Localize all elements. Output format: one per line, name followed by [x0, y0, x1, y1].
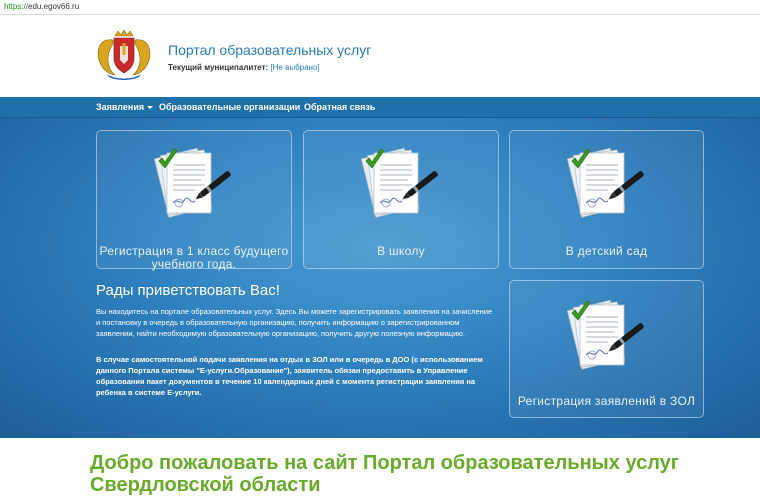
nav-applications-dropdown[interactable]: Заявления — [96, 102, 154, 112]
tile-kindergarten-label: В детский сад — [565, 244, 648, 258]
welcome-text: Вы находитесь на портале образовательных… — [96, 307, 493, 338]
tile-kindergarten[interactable]: В детский сад — [509, 130, 704, 269]
municipality-info: Текущий муниципалитет: [Не выбрано] — [168, 63, 320, 72]
documents-pen-icon — [153, 147, 233, 218]
documents-pen-icon — [566, 299, 646, 370]
url-host: edu.egov66.ru — [28, 2, 80, 11]
tile-first-grade-registration[interactable]: Регистрация в 1 класс будущего учебного … — [96, 130, 292, 271]
municipality-label: Текущий муниципалитет: — [168, 63, 269, 72]
browser-url-bar[interactable]: https://edu.egov66.ru — [0, 0, 760, 15]
greeting-heading: Добро пожаловать на сайт Портал образова… — [90, 452, 680, 496]
welcome-note: В случае самостоятельной подачи заявлени… — [96, 355, 483, 397]
tile-school-label: В школу — [377, 244, 425, 258]
coat-of-arms-logo[interactable] — [93, 30, 155, 80]
url-text[interactable]: https://edu.egov66.ru — [4, 2, 79, 11]
tile-camp-registration[interactable]: Регистрация заявлений в ЗОЛ — [509, 280, 704, 418]
site-title[interactable]: Портал образовательных услуг — [168, 42, 371, 58]
nav-organizations[interactable]: Образовательные организации — [159, 102, 300, 112]
nav-applications-label: Заявления — [96, 102, 145, 112]
welcome-title: Рады приветствовать Вас! — [96, 282, 280, 299]
municipality-select-link[interactable]: [Не выбрано] — [270, 63, 319, 72]
documents-pen-icon — [566, 147, 646, 218]
site-header: Портал образовательных услуг Текущий мун… — [0, 15, 760, 97]
main-navbar: Заявления Образовательные организации Об… — [0, 97, 760, 118]
tile-camp-label: Регистрация заявлений в ЗОЛ — [517, 394, 696, 408]
documents-pen-icon — [360, 147, 440, 218]
nav-feedback[interactable]: Обратная связь — [304, 102, 375, 112]
caret-down-icon — [147, 106, 154, 110]
url-scheme: https:// — [4, 2, 29, 11]
tile-school[interactable]: В школу — [303, 130, 499, 269]
tile-first-grade-label: Регистрация в 1 класс будущего учебного … — [99, 244, 289, 271]
